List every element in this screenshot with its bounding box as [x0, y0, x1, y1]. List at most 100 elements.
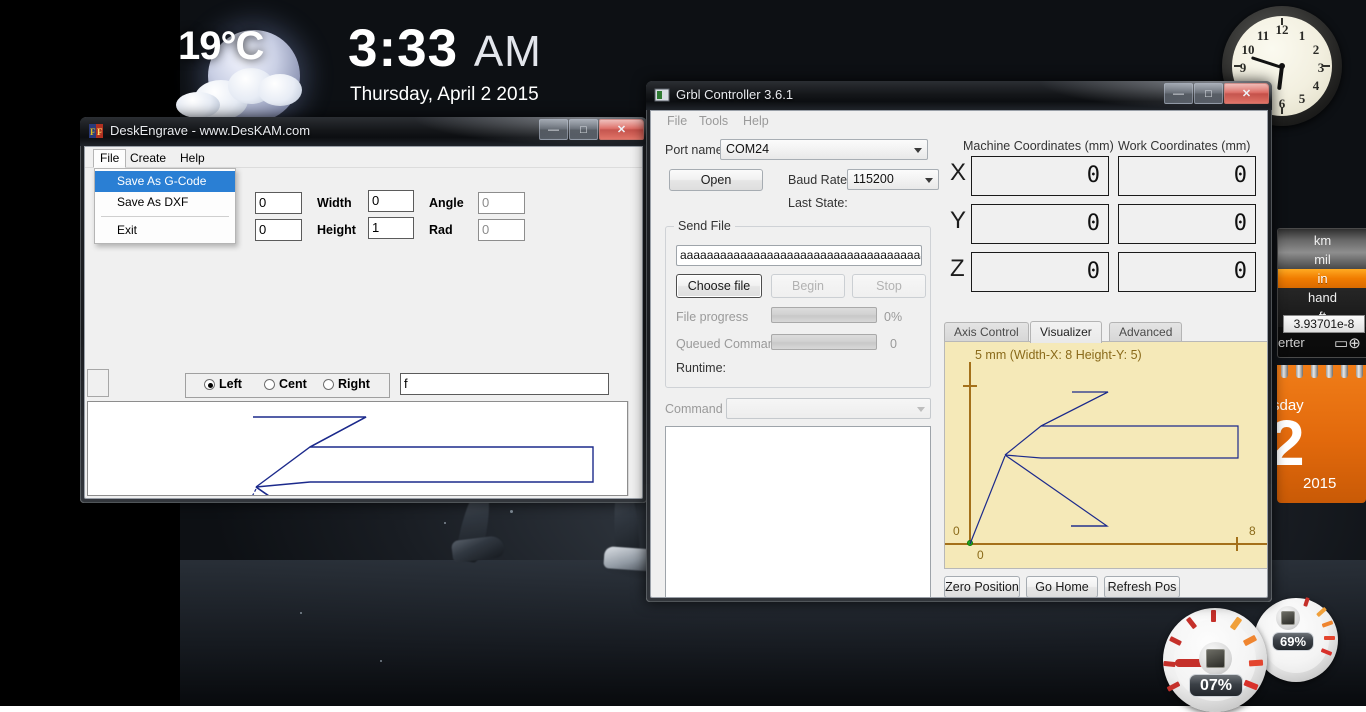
- deskengrave-window-buttons[interactable]: — □ ✕: [538, 119, 644, 141]
- calendar-ring: [1281, 365, 1288, 378]
- port-name-value: COM24: [726, 142, 769, 156]
- menu-item-save-as-gcode[interactable]: Save As G-Code: [95, 171, 235, 192]
- rad-field[interactable]: 0: [478, 219, 525, 241]
- cpu-chip-icon: [1276, 606, 1300, 630]
- note-icon[interactable]: ▭: [1334, 335, 1348, 352]
- width-field[interactable]: 0: [368, 190, 414, 212]
- zero-position-button[interactable]: Zero Position: [944, 576, 1020, 598]
- cpu-usage-value: 69%: [1272, 632, 1314, 651]
- maximize-button[interactable]: □: [1194, 83, 1223, 104]
- grbl-menubar[interactable]: File Tools Help: [651, 111, 1267, 133]
- grbl-icon: [654, 87, 670, 103]
- converter-value-field[interactable]: 3.93701e-8: [1283, 315, 1365, 333]
- radio-left-label: Left: [219, 377, 242, 391]
- add-icon[interactable]: ⊕: [1348, 335, 1361, 352]
- menu-file[interactable]: File: [93, 149, 126, 168]
- machine-coord-y-value: 0: [1087, 211, 1100, 236]
- baud-rate-combo[interactable]: 115200: [847, 169, 939, 190]
- open-port-button[interactable]: Open: [669, 169, 763, 191]
- tab-visualizer[interactable]: Visualizer: [1030, 321, 1102, 343]
- maximize-button[interactable]: □: [569, 119, 598, 140]
- console-output[interactable]: [665, 426, 931, 598]
- deskengrave-menubar[interactable]: File Create Help: [85, 147, 642, 168]
- deskengrave-canvas[interactable]: [87, 401, 628, 496]
- machine-coord-x[interactable]: 0: [971, 156, 1109, 196]
- unit-option-in[interactable]: in: [1278, 269, 1366, 288]
- command-combo[interactable]: [726, 398, 931, 419]
- stop-button[interactable]: Stop: [852, 274, 926, 298]
- clock-numeral-10: 10: [1240, 42, 1256, 58]
- wallpaper-speck: [444, 522, 446, 524]
- grbl-tab-strip[interactable]: Axis Control Visualizer Advanced: [944, 322, 1268, 342]
- x-field[interactable]: 0: [255, 192, 302, 214]
- visualizer-panel[interactable]: 5 mm (Width-X: 8 Height-Y: 5) 0 8 0: [944, 341, 1268, 569]
- unit-wheel[interactable]: km mil in hand ft: [1278, 229, 1366, 327]
- engrave-text-input[interactable]: f: [400, 373, 609, 395]
- canvas-scrollbar[interactable]: [628, 401, 642, 496]
- tab-axis-control[interactable]: Axis Control: [944, 322, 1029, 342]
- clock-numeral-3: 3: [1313, 60, 1329, 76]
- menu-create[interactable]: Create: [123, 150, 173, 167]
- height-field[interactable]: 1: [368, 217, 414, 239]
- minimize-button[interactable]: —: [539, 119, 568, 140]
- runtime-label: Runtime:: [676, 361, 726, 375]
- menu-help[interactable]: Help: [743, 114, 769, 128]
- begin-button[interactable]: Begin: [771, 274, 845, 298]
- height-label: Height: [317, 223, 356, 237]
- last-state-label: Last State:: [788, 196, 848, 210]
- deskengrave-window[interactable]: F F DeskEngrave - www.DesKAM.com — □ ✕ F…: [80, 117, 647, 503]
- machine-coord-z[interactable]: 0: [971, 252, 1109, 292]
- deskengrave-left-box[interactable]: [87, 369, 109, 397]
- radio-cent[interactable]: [264, 379, 275, 390]
- weather-clock-gadget[interactable]: 19°C 3:33 AM Thursday, April 2 2015: [170, 8, 590, 108]
- unit-option-hand[interactable]: hand: [1278, 288, 1366, 307]
- minimize-button[interactable]: —: [1164, 83, 1193, 104]
- radio-left[interactable]: [204, 379, 215, 390]
- deskengrave-icon: F F: [88, 123, 104, 139]
- axis-label-z: Z: [950, 255, 965, 283]
- axis-label-x: X: [950, 159, 966, 187]
- machine-coord-y[interactable]: 0: [971, 204, 1109, 244]
- refresh-pos-button[interactable]: Refresh Pos: [1104, 576, 1180, 598]
- work-coord-x[interactable]: 0: [1118, 156, 1256, 196]
- unit-option-mil[interactable]: mil: [1278, 250, 1366, 269]
- svg-text:F: F: [90, 127, 96, 137]
- calendar-gadget[interactable]: rsday 2 2015: [1277, 365, 1366, 503]
- work-coord-z-value: 0: [1234, 259, 1247, 284]
- menu-item-exit[interactable]: Exit: [95, 220, 235, 241]
- unit-option-km[interactable]: km: [1278, 231, 1366, 250]
- calendar-day-number: 2: [1277, 411, 1305, 475]
- work-coord-y[interactable]: 0: [1118, 204, 1256, 244]
- file-dropdown-menu[interactable]: Save As G-Code Save As DXF Exit: [94, 168, 236, 244]
- deskengrave-titlebar[interactable]: F F DeskEngrave - www.DesKAM.com — □ ✕: [80, 117, 647, 146]
- visualizer-toolpath: [945, 342, 1268, 569]
- grbl-window-buttons[interactable]: — □ ✕: [1163, 83, 1269, 105]
- cpu-gauge-front[interactable]: 07%: [1163, 608, 1267, 712]
- y-field[interactable]: 0: [255, 219, 302, 241]
- unit-converter-gadget[interactable]: km mil in hand ft 3.93701e-8 erter ▭⊕: [1277, 228, 1366, 358]
- grbl-titlebar[interactable]: Grbl Controller 3.6.1 — □ ✕: [646, 81, 1272, 110]
- calendar-year: 2015: [1303, 475, 1336, 492]
- selected-file-field[interactable]: aaaaaaaaaaaaaaaaaaaaaaaaaaaaaaaaaaaaa.Dn…: [676, 245, 922, 266]
- gauge-tick: [1249, 660, 1263, 667]
- chevron-down-icon: [914, 148, 922, 153]
- choose-file-button[interactable]: Choose file: [676, 274, 762, 298]
- grbl-window[interactable]: Grbl Controller 3.6.1 — □ ✕ File Tools H…: [646, 81, 1272, 602]
- converter-icons[interactable]: ▭⊕: [1334, 334, 1361, 352]
- menu-tools[interactable]: Tools: [699, 114, 728, 128]
- close-button[interactable]: ✕: [599, 119, 644, 140]
- tab-advanced[interactable]: Advanced: [1109, 322, 1182, 342]
- calendar-ring: [1311, 365, 1318, 378]
- menu-help[interactable]: Help: [173, 150, 212, 167]
- menu-item-save-as-dxf[interactable]: Save As DXF: [95, 192, 235, 213]
- close-button[interactable]: ✕: [1224, 83, 1269, 104]
- radio-right[interactable]: [323, 379, 334, 390]
- wallpaper-speck: [380, 660, 382, 662]
- alignment-group[interactable]: Left Cent Right: [185, 373, 390, 398]
- work-coord-z[interactable]: 0: [1118, 252, 1256, 292]
- angle-field[interactable]: 0: [478, 192, 525, 214]
- port-name-combo[interactable]: COM24: [720, 139, 928, 160]
- clock-center-cap: [1279, 63, 1285, 69]
- go-home-button[interactable]: Go Home: [1026, 576, 1098, 598]
- menu-file[interactable]: File: [667, 114, 687, 128]
